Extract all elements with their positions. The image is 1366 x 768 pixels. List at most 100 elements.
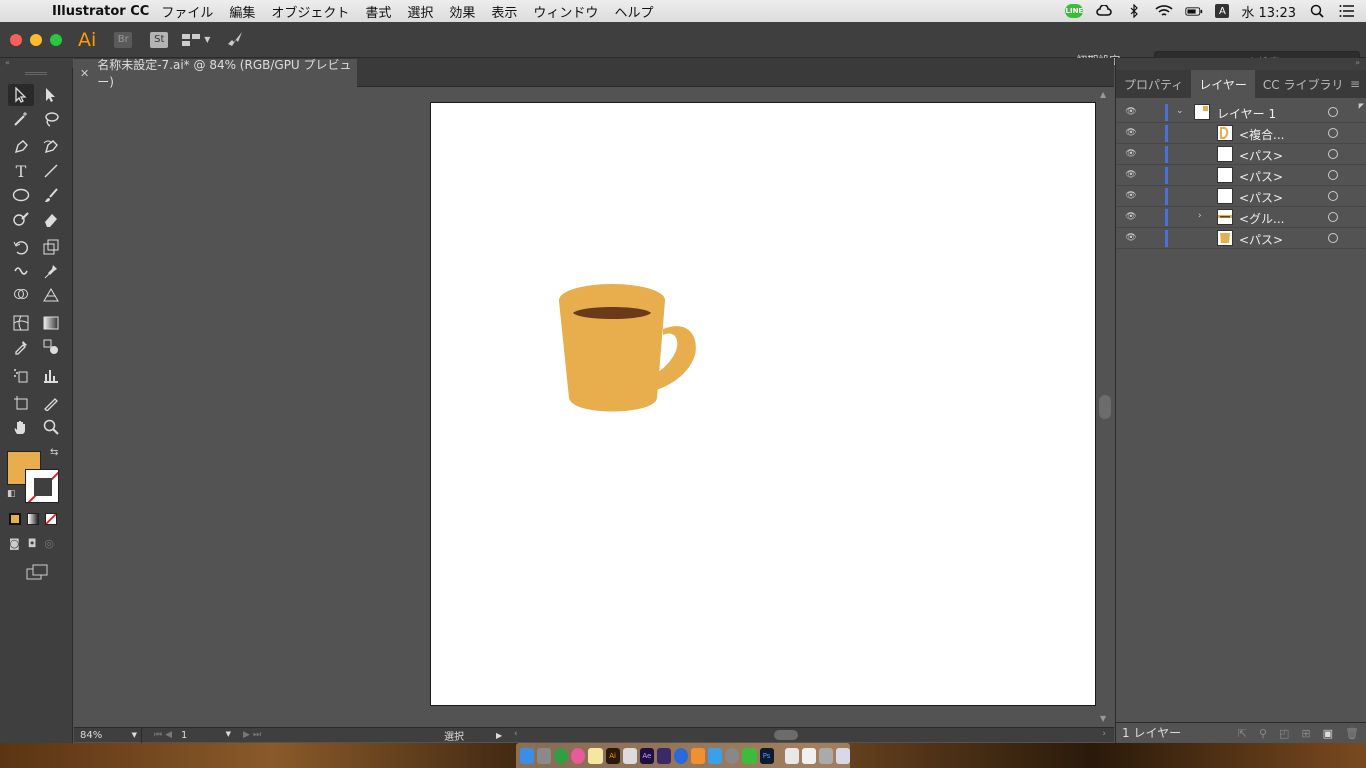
rotate-tool-icon[interactable] [8, 236, 34, 258]
layer-row[interactable]: 👁 <パス> [1116, 186, 1366, 207]
close-window-button[interactable] [10, 33, 22, 46]
visibility-eye-icon[interactable]: 👁 [1116, 233, 1146, 243]
layer-row[interactable]: 👁 <複合... [1116, 123, 1366, 144]
gradient-tool-icon[interactable] [38, 312, 64, 334]
coffee-mug-artwork[interactable] [431, 103, 1096, 707]
zoom-tool-icon[interactable] [38, 416, 64, 438]
artboard[interactable] [430, 102, 1096, 706]
stroke-color-swatch[interactable] [25, 469, 59, 503]
hand-tool-icon[interactable] [8, 416, 34, 438]
target-circle-icon[interactable] [1328, 128, 1338, 138]
chevron-down-icon[interactable]: ⌄ [1176, 106, 1184, 116]
target-circle-icon[interactable] [1328, 149, 1338, 159]
premiere-icon[interactable] [656, 747, 671, 764]
finder-icon[interactable] [520, 747, 535, 764]
artboard-number-select[interactable]: 1 ▼ [181, 730, 231, 741]
app-menu[interactable]: Illustrator CC [52, 4, 149, 19]
layer-row[interactable]: 👁 ⌄ レイヤー 1 ◤ [1116, 102, 1366, 123]
downloads-stack-icon[interactable] [801, 747, 816, 764]
stock-button[interactable]: St [150, 31, 169, 48]
magic-wand-tool-icon[interactable] [8, 108, 34, 130]
gradient-mode-button[interactable] [27, 513, 39, 525]
tab-cc-libraries[interactable]: CC ライブラリ [1255, 70, 1352, 98]
after-effects-icon[interactable]: Ae [639, 747, 654, 764]
zoom-level-select[interactable]: 84% ▼ [74, 727, 142, 743]
menu-object[interactable]: オブジェクト [271, 2, 349, 21]
scroll-down-icon[interactable]: ▼ [1100, 714, 1106, 723]
lasso-tool-icon[interactable] [38, 108, 64, 130]
minimize-window-button[interactable] [30, 33, 42, 46]
input-method-icon[interactable]: A [1215, 4, 1230, 18]
layer-row[interactable]: 👁 <パス> [1116, 165, 1366, 186]
app-store-icon[interactable] [708, 747, 723, 764]
panel-collapse-button[interactable]: » [1116, 58, 1366, 70]
artboard-tool-icon[interactable] [8, 392, 34, 414]
ellipse-tool-icon[interactable] [8, 184, 34, 206]
visibility-eye-icon[interactable]: 👁 [1116, 128, 1146, 138]
column-graph-tool-icon[interactable] [38, 364, 64, 386]
wifi-icon[interactable] [1155, 4, 1173, 18]
vertical-scrollbar[interactable]: ▲ ▼ [1097, 88, 1113, 727]
locate-object-icon[interactable]: ⚲ [1259, 727, 1267, 740]
document-stack-icon[interactable] [784, 747, 799, 764]
paintbrush-tool-icon[interactable] [38, 184, 64, 206]
default-fill-stroke-icon[interactable]: ◧ [7, 489, 16, 499]
photoshop-icon[interactable]: Ps [759, 747, 774, 764]
menu-edit[interactable]: 編集 [229, 2, 255, 21]
scroll-right-icon[interactable]: › [1102, 729, 1106, 739]
visibility-eye-icon[interactable]: 👁 [1116, 107, 1146, 117]
battery-icon[interactable] [1185, 4, 1203, 18]
itunes-icon[interactable] [571, 747, 586, 764]
safari-icon[interactable] [673, 747, 689, 764]
mesh-tool-icon[interactable] [8, 312, 34, 334]
direct-selection-tool-icon[interactable] [38, 84, 64, 106]
status-menu-icon[interactable]: ▶ [496, 731, 502, 740]
none-mode-button[interactable] [45, 513, 57, 525]
target-circle-icon[interactable] [1328, 107, 1338, 117]
bluetooth-icon[interactable] [1125, 4, 1143, 18]
zoom-window-button[interactable] [50, 33, 62, 46]
draw-inside-icon[interactable]: ◎ [44, 537, 54, 550]
calendar-icon[interactable] [622, 747, 637, 764]
spotlight-search-icon[interactable] [1308, 4, 1326, 18]
new-sublayer-icon[interactable]: ⊞ [1301, 727, 1310, 740]
symbol-sprayer-tool-icon[interactable] [8, 364, 34, 386]
color-mode-button[interactable] [9, 513, 21, 525]
scroll-up-icon[interactable]: ▲ [1100, 90, 1106, 99]
eraser-tool-icon[interactable] [38, 208, 64, 230]
menu-select[interactable]: 選択 [407, 2, 433, 21]
launchpad-icon[interactable] [537, 747, 552, 764]
swap-fill-stroke-icon[interactable]: ⇆ [50, 447, 58, 458]
menu-window[interactable]: ウィンドウ [533, 2, 598, 21]
puppet-warp-tool-icon[interactable] [38, 260, 64, 282]
tab-layers[interactable]: レイヤー [1191, 70, 1255, 98]
eyedropper-tool-icon[interactable] [8, 336, 34, 358]
layer-row[interactable]: 👁 › <グル... [1116, 207, 1366, 228]
tools-collapse-button[interactable]: « [0, 58, 73, 68]
blend-tool-icon[interactable] [38, 336, 64, 358]
chevron-right-icon[interactable]: › [1198, 211, 1202, 221]
menu-file[interactable]: ファイル [161, 2, 213, 21]
selection-tool-icon[interactable] [8, 84, 34, 106]
pen-tool-icon[interactable] [8, 136, 34, 158]
shaper-tool-icon[interactable] [8, 208, 34, 230]
horizontal-scrollbar[interactable]: ‹ › [514, 728, 1110, 743]
gpu-performance-icon[interactable] [226, 30, 244, 49]
canvas-area[interactable] [74, 88, 1096, 727]
artboard-next-nav[interactable]: ▶⏭ [243, 730, 264, 740]
tab-properties[interactable]: プロパティ [1116, 70, 1191, 98]
warp-tool-icon[interactable] [8, 260, 34, 282]
visibility-eye-icon[interactable]: 👁 [1116, 170, 1146, 180]
notes-icon[interactable] [588, 747, 603, 764]
line-segment-tool-icon[interactable] [38, 160, 64, 182]
scroll-left-icon[interactable]: ‹ [514, 729, 518, 739]
screen-mode-icon[interactable] [26, 564, 72, 583]
creative-cloud-icon[interactable] [1095, 4, 1113, 18]
line-app-icon[interactable]: LINE [1065, 4, 1084, 18]
target-circle-icon[interactable] [1328, 233, 1338, 243]
perspective-grid-tool-icon[interactable] [38, 284, 64, 306]
document-tab[interactable]: ✕ 名称未設定-7.ai* @ 84% (RGB/GPU プレビュー) [74, 58, 357, 89]
vertical-scroll-thumb[interactable] [1099, 395, 1111, 419]
bridge-button[interactable]: Br [114, 31, 133, 48]
menu-type[interactable]: 書式 [365, 2, 391, 21]
